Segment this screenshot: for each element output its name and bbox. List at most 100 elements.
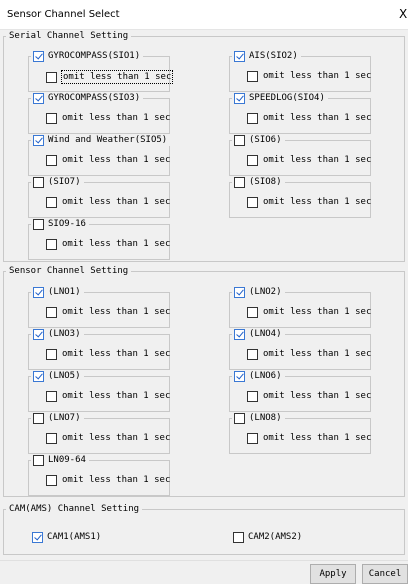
apply-button[interactable]: Apply — [310, 564, 356, 584]
channel-label: (SIO6) — [249, 135, 282, 145]
checkbox-checked-icon[interactable] — [33, 92, 44, 104]
channel-enable-checkbox[interactable]: (SIO7) — [31, 176, 84, 188]
omit-checkbox[interactable]: omit less than 1 sec — [46, 238, 171, 250]
checkbox-unchecked-icon[interactable] — [247, 70, 258, 82]
checkbox-unchecked-icon[interactable] — [46, 306, 57, 318]
omit-checkbox[interactable]: omit less than 1 sec — [247, 390, 372, 402]
sensor-channel-lno1: (LNO1) omit less than 1 sec — [28, 286, 171, 328]
channel-enable-checkbox[interactable]: AIS(SIO2) — [232, 50, 301, 62]
checkbox-checked-icon[interactable] — [33, 328, 44, 340]
checkbox-checked-icon[interactable] — [32, 531, 43, 543]
omit-checkbox[interactable]: omit less than 1 sec — [46, 196, 171, 208]
channel-enable-checkbox[interactable]: (LNO6) — [232, 370, 285, 382]
channel-enable-checkbox[interactable]: (LNO1) — [31, 286, 84, 298]
serial-channel-sio8: (SIO8) omit less than 1 sec — [229, 176, 372, 218]
checkbox-unchecked-icon[interactable] — [46, 71, 57, 83]
checkbox-checked-icon[interactable] — [234, 92, 245, 104]
checkbox-checked-icon[interactable] — [33, 286, 44, 298]
checkbox-unchecked-icon[interactable] — [46, 348, 57, 360]
checkbox-unchecked-icon[interactable] — [46, 390, 57, 402]
omit-checkbox[interactable]: omit less than 1 sec — [46, 474, 171, 486]
omit-checkbox[interactable]: omit less than 1 sec — [46, 348, 171, 360]
channel-enable-checkbox[interactable]: (SIO8) — [232, 176, 285, 188]
omit-checkbox[interactable]: omit less than 1 sec — [247, 348, 372, 360]
sensor-channel-group-title: Sensor Channel Setting — [6, 266, 132, 277]
checkbox-unchecked-icon[interactable] — [33, 454, 44, 466]
omit-label: omit less than 1 sec — [263, 349, 372, 359]
serial-channel-wind-and-weather-sio5: Wind and Weather(SIO5) omit less than 1 s… — [28, 134, 171, 176]
checkbox-unchecked-icon[interactable] — [46, 474, 57, 486]
cam-checkbox-cam2-ams2[interactable]: CAM2(AMS2) — [233, 531, 302, 543]
sensor-channel-lno6: (LNO6) omit less than 1 sec — [229, 370, 372, 412]
omit-checkbox[interactable]: omit less than 1 sec — [247, 196, 372, 208]
omit-checkbox[interactable]: omit less than 1 sec — [46, 306, 171, 318]
omit-label: omit less than 1 sec — [61, 70, 174, 84]
checkbox-unchecked-icon[interactable] — [33, 176, 44, 188]
checkbox-unchecked-icon[interactable] — [247, 348, 258, 360]
channel-enable-checkbox[interactable]: (LNO2) — [232, 286, 285, 298]
channel-enable-checkbox[interactable]: GYROCOMPASS(SIO1) — [31, 50, 144, 62]
checkbox-checked-icon[interactable] — [234, 328, 245, 340]
cancel-button[interactable]: Cancel — [362, 564, 408, 584]
omit-checkbox[interactable]: omit less than 1 sec — [247, 432, 372, 444]
checkbox-checked-icon[interactable] — [33, 370, 44, 382]
cam-label: CAM2(AMS2) — [248, 532, 303, 542]
channel-enable-checkbox[interactable]: (LNO3) — [31, 328, 84, 340]
channel-enable-checkbox[interactable]: (LNO5) — [31, 370, 84, 382]
omit-checkbox[interactable]: omit less than 1 sec — [46, 390, 171, 402]
checkbox-unchecked-icon[interactable] — [33, 218, 44, 230]
checkbox-unchecked-icon[interactable] — [247, 306, 258, 318]
checkbox-unchecked-icon[interactable] — [46, 196, 57, 208]
checkbox-unchecked-icon[interactable] — [247, 196, 258, 208]
omit-checkbox[interactable]: omit less than 1 sec — [46, 154, 171, 166]
omit-checkbox[interactable]: omit less than 1 sec — [247, 70, 372, 82]
channel-enable-checkbox[interactable]: LN09-64 — [31, 454, 89, 466]
serial-channel-gyrocompass-sio3: GYROCOMPASS(SIO3) omit less than 1 sec — [28, 92, 171, 134]
channel-label: (LNO3) — [48, 329, 81, 339]
channel-enable-checkbox[interactable]: (LNO8) — [232, 412, 285, 424]
channel-enable-checkbox[interactable]: (LNO4) — [232, 328, 285, 340]
close-icon[interactable]: X — [399, 7, 407, 21]
omit-checkbox[interactable]: omit less than 1 sec — [46, 112, 171, 124]
omit-label: omit less than 1 sec — [62, 391, 171, 401]
checkbox-unchecked-icon[interactable] — [234, 176, 245, 188]
checkbox-unchecked-icon[interactable] — [233, 531, 244, 543]
checkbox-unchecked-icon[interactable] — [46, 154, 57, 166]
checkbox-unchecked-icon[interactable] — [234, 134, 245, 146]
channel-enable-checkbox[interactable]: Wind and Weather(SIO5) — [31, 134, 171, 146]
omit-checkbox[interactable]: omit less than 1 sec — [247, 154, 372, 166]
channel-label: SPEEDLOG(SIO4) — [249, 93, 325, 103]
serial-channel-ais-sio2: AIS(SIO2) omit less than 1 sec — [229, 50, 372, 92]
checkbox-unchecked-icon[interactable] — [247, 154, 258, 166]
omit-checkbox[interactable]: omit less than 1 sec — [46, 432, 171, 444]
channel-enable-checkbox[interactable]: (SIO6) — [232, 134, 285, 146]
channel-label: LN09-64 — [48, 455, 86, 465]
channel-label: (LNO4) — [249, 329, 282, 339]
channel-label: SIO9-16 — [48, 219, 86, 229]
checkbox-unchecked-icon[interactable] — [46, 112, 57, 124]
channel-label: GYROCOMPASS(SIO3) — [48, 93, 141, 103]
checkbox-unchecked-icon[interactable] — [33, 412, 44, 424]
sensor-channel-lno2: (LNO2) omit less than 1 sec — [229, 286, 372, 328]
channel-enable-checkbox[interactable]: SPEEDLOG(SIO4) — [232, 92, 328, 104]
omit-checkbox[interactable]: omit less than 1 sec — [46, 70, 174, 84]
cam-checkbox-cam1-ams1[interactable]: CAM1(AMS1) — [32, 531, 101, 543]
checkbox-unchecked-icon[interactable] — [247, 390, 258, 402]
channel-enable-checkbox[interactable]: SIO9-16 — [31, 218, 89, 230]
channel-enable-checkbox[interactable]: GYROCOMPASS(SIO3) — [31, 92, 144, 104]
checkbox-unchecked-icon[interactable] — [46, 432, 57, 444]
omit-checkbox[interactable]: omit less than 1 sec — [247, 112, 372, 124]
checkbox-unchecked-icon[interactable] — [247, 112, 258, 124]
checkbox-unchecked-icon[interactable] — [234, 412, 245, 424]
checkbox-checked-icon[interactable] — [33, 134, 44, 146]
checkbox-checked-icon[interactable] — [234, 50, 245, 62]
channel-enable-checkbox[interactable]: (LNO7) — [31, 412, 84, 424]
cam-label: CAM1(AMS1) — [47, 532, 102, 542]
checkbox-checked-icon[interactable] — [234, 370, 245, 382]
omit-checkbox[interactable]: omit less than 1 sec — [247, 306, 372, 318]
checkbox-unchecked-icon[interactable] — [247, 432, 258, 444]
checkbox-checked-icon[interactable] — [33, 50, 44, 62]
checkbox-unchecked-icon[interactable] — [46, 238, 57, 250]
checkbox-checked-icon[interactable] — [234, 286, 245, 298]
title-bar: Sensor Channel Select X — [0, 0, 408, 30]
